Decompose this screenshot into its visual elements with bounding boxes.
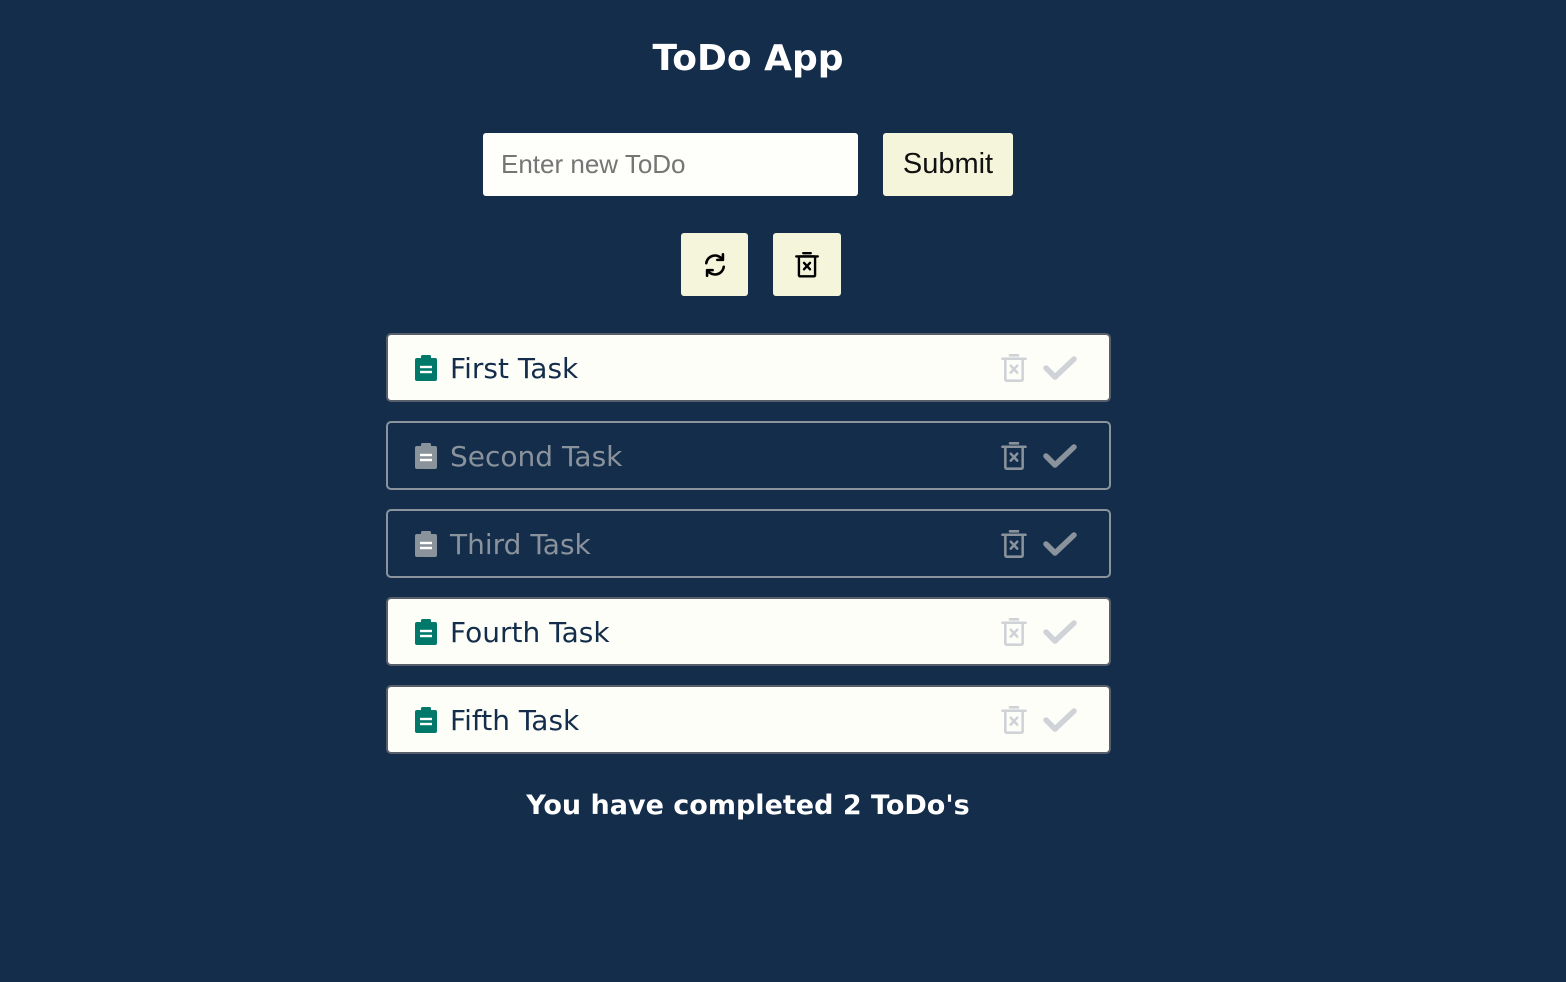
clipboard-icon bbox=[415, 619, 437, 645]
delete-task-icon[interactable] bbox=[1000, 617, 1028, 647]
clipboard-icon bbox=[415, 531, 437, 557]
task-item: First Task bbox=[386, 333, 1111, 402]
task-item: Fourth Task bbox=[386, 597, 1111, 666]
complete-task-icon[interactable] bbox=[1043, 531, 1077, 557]
submit-button[interactable]: Submit bbox=[883, 133, 1013, 196]
task-text: Third Task bbox=[450, 528, 591, 561]
refresh-button[interactable] bbox=[681, 233, 748, 296]
new-todo-input[interactable] bbox=[483, 133, 858, 196]
complete-task-icon[interactable] bbox=[1043, 355, 1077, 381]
delete-task-icon[interactable] bbox=[1000, 353, 1028, 383]
complete-task-icon[interactable] bbox=[1043, 707, 1077, 733]
delete-task-icon[interactable] bbox=[1000, 441, 1028, 471]
clipboard-icon bbox=[415, 443, 437, 469]
complete-task-icon[interactable] bbox=[1043, 619, 1077, 645]
refresh-icon bbox=[704, 252, 725, 277]
clear-all-button[interactable] bbox=[773, 233, 841, 296]
task-item: Second Task bbox=[386, 421, 1111, 490]
task-item: Fifth Task bbox=[386, 685, 1111, 754]
clipboard-icon bbox=[415, 707, 437, 733]
delete-task-icon[interactable] bbox=[1000, 529, 1028, 559]
complete-task-icon[interactable] bbox=[1043, 443, 1077, 469]
task-text: First Task bbox=[450, 352, 579, 385]
trash-x-icon bbox=[795, 251, 819, 277]
task-item: Third Task bbox=[386, 509, 1111, 578]
task-text: Second Task bbox=[450, 440, 623, 473]
page-title: ToDo App bbox=[652, 38, 844, 79]
clipboard-icon bbox=[415, 355, 437, 381]
task-text: Fourth Task bbox=[450, 616, 610, 649]
delete-task-icon[interactable] bbox=[1000, 705, 1028, 735]
task-list: First Task Second Task Third Task Fourth… bbox=[386, 333, 1111, 773]
completed-summary: You have completed 2 ToDo's bbox=[526, 790, 970, 821]
task-text: Fifth Task bbox=[450, 704, 580, 737]
